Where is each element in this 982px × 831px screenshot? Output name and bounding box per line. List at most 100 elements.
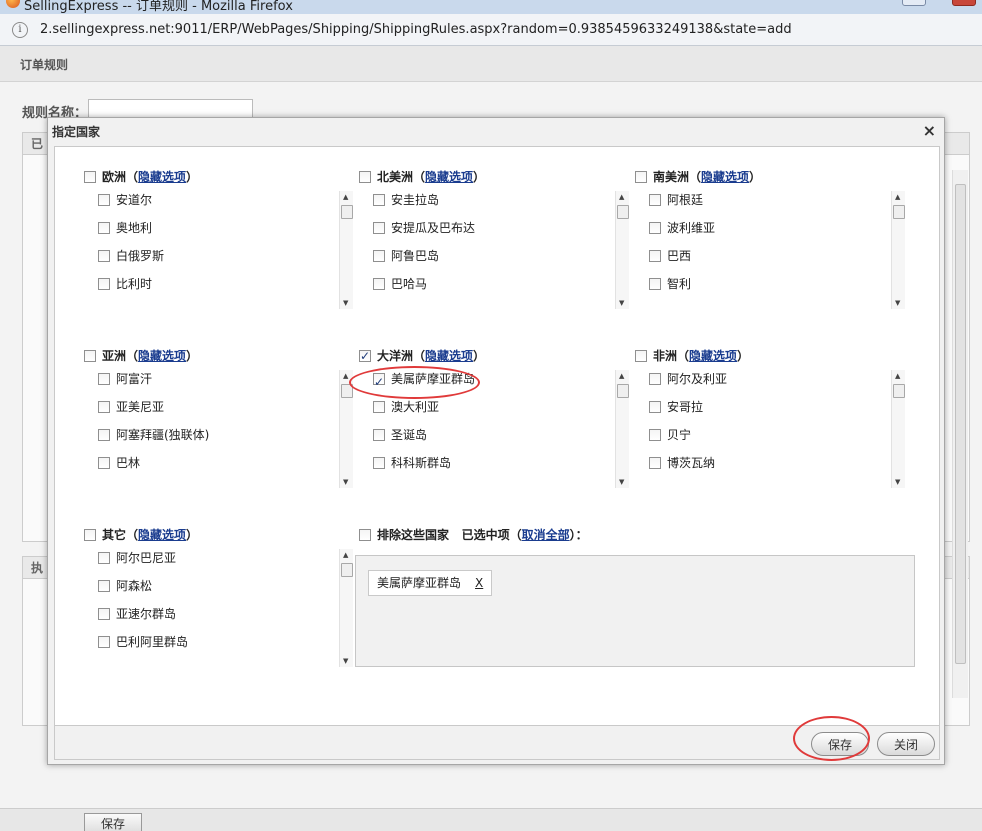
country-checkbox[interactable] (649, 373, 661, 385)
scroll-up-icon[interactable]: ▲ (343, 372, 348, 380)
page-scrollbar-thumb[interactable] (955, 184, 966, 664)
list-item[interactable]: 阿鲁巴岛 (373, 243, 623, 271)
country-checkbox[interactable] (98, 457, 110, 469)
country-list[interactable]: 安道尔 奥地利 白俄罗斯 比利时 (98, 187, 348, 302)
scroll-thumb[interactable] (893, 384, 905, 398)
scroll-down-icon[interactable]: ▼ (343, 657, 348, 665)
country-checkbox[interactable] (373, 401, 385, 413)
country-list[interactable]: 美属萨摩亚群岛 澳大利亚 圣诞岛 科科斯群岛 (373, 366, 623, 481)
list-item[interactable]: 阿尔及利亚 (649, 366, 899, 394)
list-item[interactable]: 圣诞岛 (373, 422, 623, 450)
hide-options-link[interactable]: 隐藏选项 (138, 349, 186, 363)
list-item[interactable]: 白俄罗斯 (98, 243, 348, 271)
remove-tag-link[interactable]: X (475, 576, 483, 590)
minimize-button[interactable] (902, 0, 926, 6)
country-checkbox[interactable] (649, 457, 661, 469)
country-list[interactable]: 阿尔巴尼亚 阿森松 亚速尔群岛 巴利阿里群岛 (98, 545, 348, 660)
country-list[interactable]: 阿富汗 亚美尼亚 阿塞拜疆(独联体) 巴林 (98, 366, 348, 481)
list-item[interactable]: 巴利阿里群岛 (98, 629, 348, 657)
list-scrollbar[interactable]: ▲ ▼ (891, 191, 905, 309)
list-item[interactable]: 比利时 (98, 271, 348, 299)
url-text[interactable]: 2.sellingexpress.net:9011/ERP/WebPages/S… (40, 22, 792, 37)
country-checkbox[interactable] (98, 373, 110, 385)
country-checkbox[interactable] (98, 580, 110, 592)
scroll-thumb[interactable] (617, 205, 629, 219)
region-checkbox[interactable] (635, 350, 647, 362)
close-button[interactable]: 关闭 (877, 732, 935, 756)
list-item[interactable]: 阿森松 (98, 573, 348, 601)
list-item[interactable]: 美属萨摩亚群岛 (373, 366, 623, 394)
info-icon[interactable]: i (12, 22, 28, 38)
country-checkbox[interactable] (373, 222, 385, 234)
list-item[interactable]: 科科斯群岛 (373, 450, 623, 478)
page-scrollbar[interactable] (952, 170, 968, 698)
country-checkbox[interactable] (649, 222, 661, 234)
scroll-up-icon[interactable]: ▲ (619, 193, 624, 201)
exclude-checkbox[interactable] (359, 529, 371, 541)
country-checkbox[interactable] (373, 371, 385, 393)
list-item[interactable]: 阿尔巴尼亚 (98, 545, 348, 573)
scroll-up-icon[interactable]: ▲ (895, 372, 900, 380)
list-item[interactable]: 巴西 (649, 243, 899, 271)
list-item[interactable]: 安提瓜及巴布达 (373, 215, 623, 243)
country-checkbox[interactable] (98, 278, 110, 290)
save-button[interactable]: 保存 (811, 732, 869, 756)
scroll-down-icon[interactable]: ▼ (895, 299, 900, 307)
country-checkbox[interactable] (373, 250, 385, 262)
list-item[interactable]: 阿富汗 (98, 366, 348, 394)
list-item[interactable]: 安圭拉岛 (373, 187, 623, 215)
list-scrollbar[interactable]: ▲ ▼ (615, 370, 629, 488)
list-item[interactable]: 阿根廷 (649, 187, 899, 215)
list-item[interactable]: 安哥拉 (649, 394, 899, 422)
country-checkbox[interactable] (98, 222, 110, 234)
list-item[interactable]: 巴哈马 (373, 271, 623, 299)
hide-options-link[interactable]: 隐藏选项 (425, 349, 473, 363)
country-checkbox[interactable] (649, 278, 661, 290)
hide-options-link[interactable]: 隐藏选项 (138, 170, 186, 184)
scroll-down-icon[interactable]: ▼ (619, 299, 624, 307)
list-item[interactable]: 贝宁 (649, 422, 899, 450)
scroll-up-icon[interactable]: ▲ (619, 372, 624, 380)
scroll-thumb[interactable] (893, 205, 905, 219)
list-item[interactable]: 阿塞拜疆(独联体) (98, 422, 348, 450)
scroll-thumb[interactable] (341, 205, 353, 219)
list-item[interactable]: 安道尔 (98, 187, 348, 215)
country-checkbox[interactable] (98, 552, 110, 564)
country-checkbox[interactable] (373, 457, 385, 469)
list-item[interactable]: 波利维亚 (649, 215, 899, 243)
country-checkbox[interactable] (98, 194, 110, 206)
scroll-down-icon[interactable]: ▼ (343, 299, 348, 307)
country-checkbox[interactable] (649, 401, 661, 413)
country-checkbox[interactable] (98, 401, 110, 413)
scroll-thumb[interactable] (341, 384, 353, 398)
list-scrollbar[interactable]: ▲ ▼ (339, 191, 353, 309)
scroll-thumb[interactable] (341, 563, 353, 577)
country-list[interactable]: 阿尔及利亚 安哥拉 贝宁 博茨瓦纳 (649, 366, 899, 481)
region-checkbox[interactable] (84, 171, 96, 183)
hide-options-link[interactable]: 隐藏选项 (701, 170, 749, 184)
list-item[interactable]: 博茨瓦纳 (649, 450, 899, 478)
list-scrollbar[interactable]: ▲ ▼ (339, 370, 353, 488)
region-checkbox[interactable] (359, 348, 371, 364)
scroll-down-icon[interactable]: ▼ (619, 478, 624, 486)
country-checkbox[interactable] (649, 429, 661, 441)
window-close-button[interactable] (952, 0, 976, 6)
scroll-up-icon[interactable]: ▲ (343, 551, 348, 559)
country-list[interactable]: 安圭拉岛 安提瓜及巴布达 阿鲁巴岛 巴哈马 (373, 187, 623, 302)
list-item[interactable]: 智利 (649, 271, 899, 299)
country-checkbox[interactable] (649, 194, 661, 206)
page-save-button[interactable]: 保存 (84, 813, 142, 831)
scroll-down-icon[interactable]: ▼ (895, 478, 900, 486)
country-checkbox[interactable] (373, 429, 385, 441)
country-checkbox[interactable] (373, 194, 385, 206)
region-checkbox[interactable] (635, 171, 647, 183)
country-checkbox[interactable] (98, 608, 110, 620)
scroll-up-icon[interactable]: ▲ (343, 193, 348, 201)
list-item[interactable]: 奥地利 (98, 215, 348, 243)
country-checkbox[interactable] (98, 250, 110, 262)
country-checkbox[interactable] (98, 429, 110, 441)
region-checkbox[interactable] (84, 529, 96, 541)
list-scrollbar[interactable]: ▲ ▼ (615, 191, 629, 309)
list-item[interactable]: 巴林 (98, 450, 348, 478)
hide-options-link[interactable]: 隐藏选项 (689, 349, 737, 363)
